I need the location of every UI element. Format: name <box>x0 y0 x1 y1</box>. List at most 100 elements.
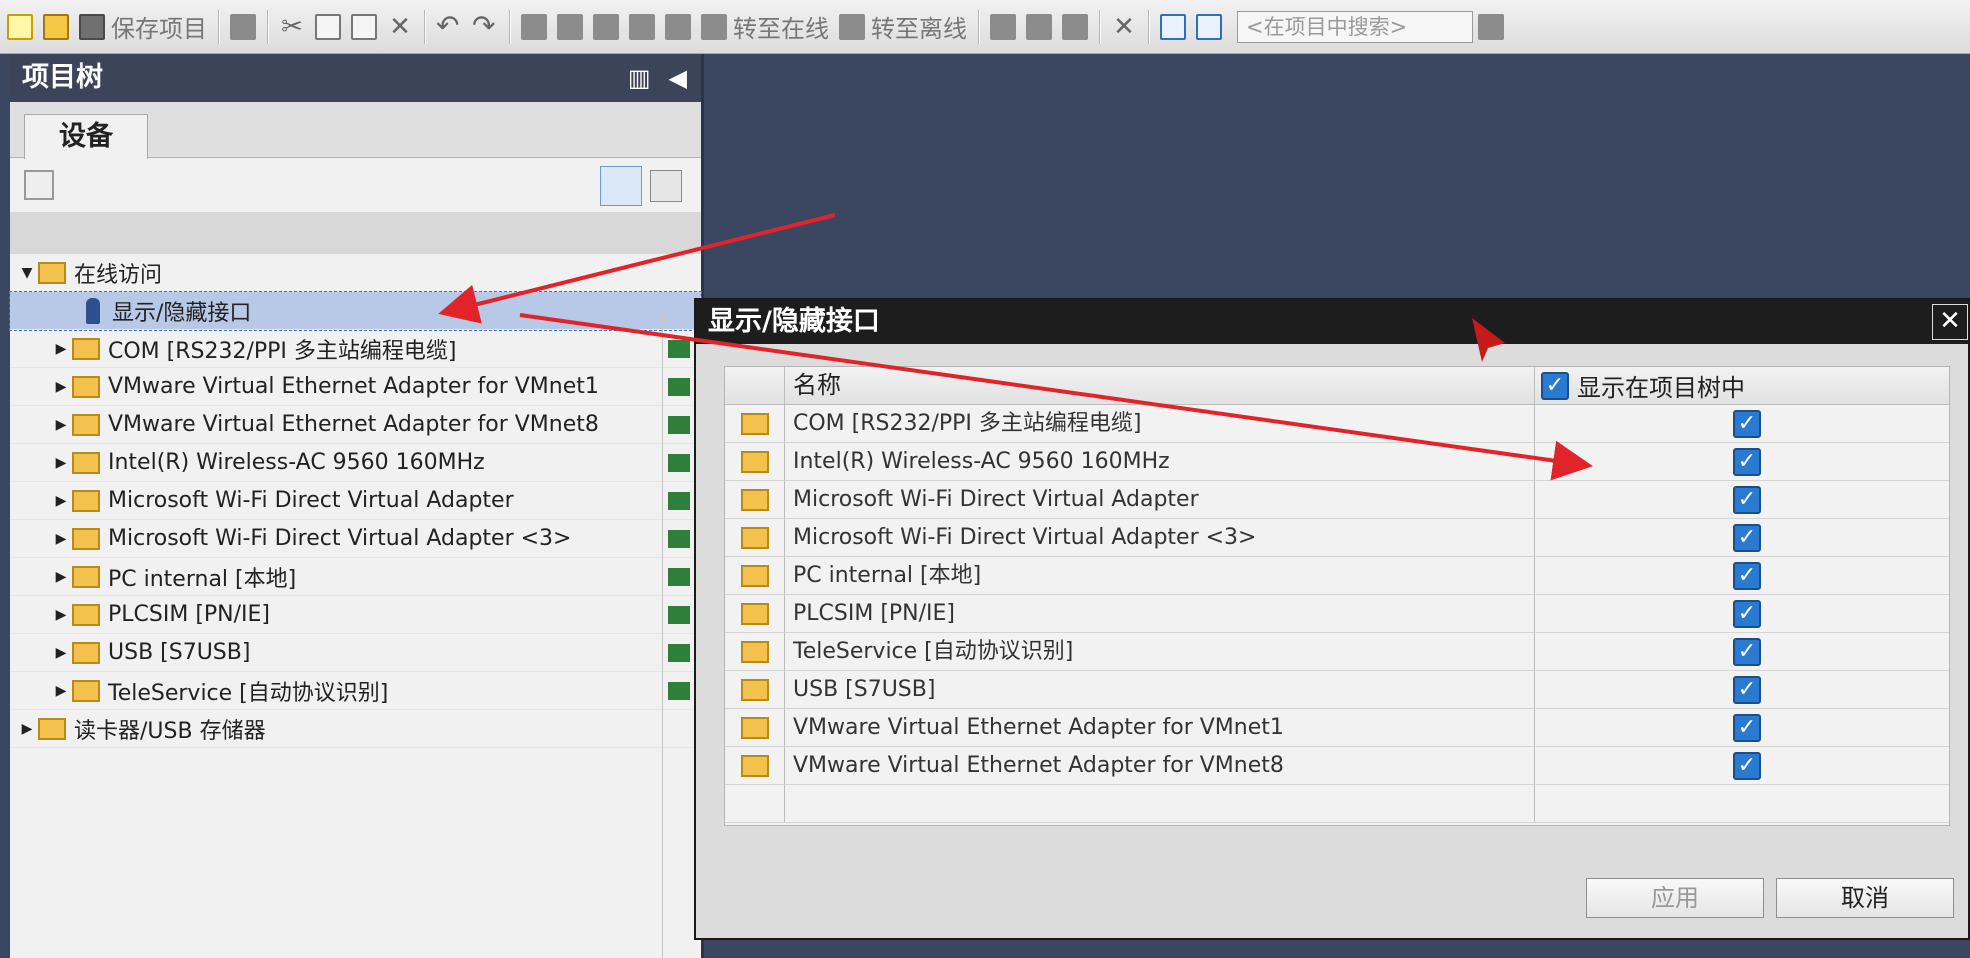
copy-button[interactable] <box>310 7 346 47</box>
table-row[interactable]: COM [RS232/PPI 多主站编程电缆] ✓ <box>725 405 1949 443</box>
split-vertical-button[interactable] <box>1191 7 1227 47</box>
card-reader-label: 读卡器/USB 存储器 <box>74 718 266 744</box>
compile-button[interactable] <box>516 7 552 47</box>
stop-cpu-button[interactable] <box>1057 7 1093 47</box>
expand-arrow-icon[interactable]: ▶ <box>16 721 38 737</box>
tree-node-interface[interactable]: ▶ Microsoft Wi-Fi Direct Virtual Adapter … <box>10 520 701 558</box>
show-checkbox[interactable]: ✓ <box>1733 675 1761 704</box>
save-project-button[interactable]: 保存项目 <box>74 7 212 47</box>
show-checkbox[interactable]: ✓ <box>1733 599 1761 628</box>
interface-label: Microsoft Wi-Fi Direct Virtual Adapter <… <box>108 526 572 551</box>
show-checkbox[interactable]: ✓ <box>1733 447 1761 476</box>
table-row[interactable]: Microsoft Wi-Fi Direct Virtual Adapter <… <box>725 519 1949 557</box>
show-checkbox[interactable]: ✓ <box>1733 485 1761 514</box>
cut-button[interactable]: ✂ <box>274 7 310 47</box>
collapse-panel-icon[interactable]: ◀ <box>669 54 687 102</box>
expand-arrow-icon[interactable]: ▶ <box>50 645 72 661</box>
delete-button[interactable]: ✕ <box>382 7 418 47</box>
new-project-button[interactable] <box>2 7 38 47</box>
show-checkbox[interactable]: ✓ <box>1733 523 1761 552</box>
show-column-header[interactable]: ✓ 显示在项目树中 <box>1535 367 1949 404</box>
show-checkbox[interactable]: ✓ <box>1733 561 1761 590</box>
expand-arrow-icon[interactable]: ▶ <box>50 455 72 471</box>
compile-icon <box>521 13 547 40</box>
table-row[interactable]: Intel(R) Wireless-AC 9560 160MHz ✓ <box>725 443 1949 481</box>
toolbar-separator <box>1148 9 1149 44</box>
open-project-button[interactable] <box>38 7 74 47</box>
project-search-input[interactable]: <在项目中搜索> <box>1237 10 1473 43</box>
expand-arrow-icon[interactable]: ▶ <box>50 379 72 395</box>
tree-node-interface[interactable]: ▶ Intel(R) Wireless-AC 9560 160MHz <box>10 444 701 482</box>
folder-icon <box>740 640 769 663</box>
show-checkbox[interactable]: ✓ <box>1733 751 1761 780</box>
redo-button[interactable]: ↷ <box>467 7 503 47</box>
expand-arrow-icon[interactable]: ▶ <box>50 531 72 547</box>
interface-label: VMware Virtual Ethernet Adapter for VMne… <box>108 374 599 399</box>
tree-node-interface[interactable]: ▶ Microsoft Wi-Fi Direct Virtual Adapter <box>10 482 701 520</box>
expand-arrow-icon[interactable]: ▶ <box>50 683 72 699</box>
table-row[interactable]: Microsoft Wi-Fi Direct Virtual Adapter ✓ <box>725 481 1949 519</box>
show-checkbox[interactable]: ✓ <box>1733 637 1761 666</box>
tree-node-card-reader[interactable]: ▶ 读卡器/USB 存储器 <box>10 710 701 748</box>
tree-node-interface[interactable]: ▶ PLCSIM [PN/IE] <box>10 596 701 634</box>
tree-node-show-hide-interfaces[interactable]: 显示/隐藏接口 <box>9 291 702 331</box>
go-offline-button[interactable]: 转至离线 <box>834 7 972 47</box>
table-row[interactable]: TeleService [自动协议识别] ✓ <box>725 633 1949 671</box>
folder-icon <box>740 450 769 473</box>
runtime-button[interactable] <box>660 7 696 47</box>
folder-icon <box>72 565 100 588</box>
table-row[interactable]: VMware Virtual Ethernet Adapter for VMne… <box>725 709 1949 747</box>
tree-node-interface[interactable]: ▶ TeleService [自动协议识别] <box>10 672 701 710</box>
table-row[interactable]: PC internal [本地] ✓ <box>725 557 1949 595</box>
print-button[interactable] <box>225 7 261 47</box>
search-go-button[interactable] <box>1473 7 1509 47</box>
expand-arrow-icon[interactable]: ▶ <box>50 341 72 357</box>
start-cpu-button[interactable] <box>1021 7 1057 47</box>
tree-tool-row <box>10 158 701 212</box>
table-view-icon[interactable] <box>600 166 642 206</box>
tab-devices[interactable]: 设备 <box>24 114 148 159</box>
table-row[interactable]: PLCSIM [PN/IE] ✓ <box>725 595 1949 633</box>
paste-button[interactable] <box>346 7 382 47</box>
select-all-checkbox[interactable]: ✓ <box>1541 371 1569 400</box>
close-icon[interactable]: ✕ <box>1932 304 1968 340</box>
apply-button[interactable]: 应用 <box>1586 878 1764 918</box>
panel-layout-icon[interactable]: ▥ <box>628 54 651 102</box>
upload-button[interactable] <box>588 7 624 47</box>
show-checkbox[interactable]: ✓ <box>1733 409 1761 438</box>
accessible-devices-button[interactable] <box>985 7 1021 47</box>
expand-arrow-icon[interactable]: ▶ <box>50 417 72 433</box>
cross-reference-button[interactable]: ✕ <box>1106 7 1142 47</box>
online-access-label: 在线访问 <box>74 262 163 288</box>
tree-node-interface[interactable]: ▶ USB [S7USB] <box>10 634 701 672</box>
project-tree-header: 项目树 ▥ ◀ <box>10 54 701 102</box>
go-online-button[interactable]: 转至在线 <box>696 7 834 47</box>
split-horizontal-button[interactable] <box>1155 7 1191 47</box>
card-reader-icon <box>38 717 66 740</box>
folder-icon <box>740 564 769 587</box>
name-column-header[interactable]: 名称 <box>785 367 1535 404</box>
show-hide-interfaces-dialog: 显示/隐藏接口 ✕ 名称 ✓ 显示在项目树中 COM [RS232/PPI 多主… <box>694 298 1970 940</box>
upload-icon <box>593 13 619 40</box>
tree-node-interface[interactable]: ▶ COM [RS232/PPI 多主站编程电缆] <box>10 330 701 368</box>
simulation-button[interactable] <box>624 7 660 47</box>
expand-arrow-icon[interactable]: ▶ <box>50 493 72 509</box>
expand-arrow-icon[interactable]: ▶ <box>50 607 72 623</box>
show-checkbox[interactable]: ✓ <box>1733 713 1761 742</box>
tree-node-interface[interactable]: ▶ VMware Virtual Ethernet Adapter for VMn… <box>10 368 701 406</box>
overview-icon[interactable] <box>650 170 682 202</box>
expand-arrow-icon[interactable]: ▶ <box>50 569 72 585</box>
download-button[interactable] <box>552 7 588 47</box>
tree-node-online-access[interactable]: ▼ 在线访问 <box>10 254 701 292</box>
collapse-arrow-icon[interactable]: ▼ <box>16 265 38 281</box>
properties-icon[interactable] <box>24 170 54 200</box>
interface-label: VMware Virtual Ethernet Adapter for VMne… <box>108 412 599 437</box>
cross-reference-icon: ✕ <box>1113 11 1135 42</box>
tree-node-interface[interactable]: ▶ VMware Virtual Ethernet Adapter for VMn… <box>10 406 701 444</box>
folder-icon <box>740 488 769 511</box>
table-row[interactable]: USB [S7USB] ✓ <box>725 671 1949 709</box>
table-row[interactable]: VMware Virtual Ethernet Adapter for VMne… <box>725 747 1949 785</box>
undo-button[interactable]: ↶ <box>431 7 467 47</box>
tree-node-interface[interactable]: ▶ PC internal [本地] <box>10 558 701 596</box>
cancel-button[interactable]: 取消 <box>1776 878 1954 918</box>
